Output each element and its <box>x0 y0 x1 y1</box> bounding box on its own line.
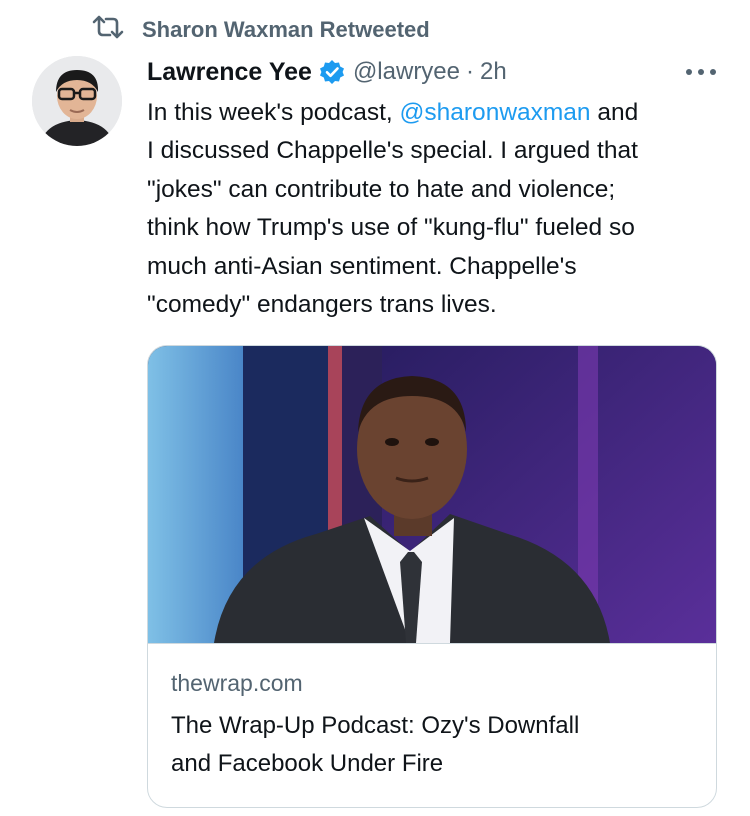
card-domain: thewrap.com <box>171 670 303 696</box>
author-avatar[interactable] <box>32 56 122 146</box>
meta-separator: · <box>466 58 474 85</box>
card-title-line: and Facebook Under Fire <box>171 750 444 777</box>
author-name[interactable]: Lawrence Yee <box>147 58 312 87</box>
tweet-text-line: "jokes" can contribute to hate and viole… <box>147 175 616 203</box>
tweet-timestamp[interactable]: 2h <box>480 58 507 86</box>
card-title-line: The Wrap-Up Podcast: Ozy's Downfall <box>171 712 580 739</box>
more-options-icon[interactable] <box>686 62 716 82</box>
tweet-text: In this week's podcast, @sharonwaxman an… <box>147 94 727 324</box>
tweet-text-segment: and <box>590 99 639 126</box>
tweet-text-segment: In this week's podcast, <box>147 99 400 126</box>
tweet-text-line: I discussed Chappelle's special. I argue… <box>147 137 638 165</box>
verified-badge-icon <box>319 60 344 84</box>
card-meta[interactable]: thewrap.com The Wrap-Up Podcast: Ozy's D… <box>148 643 716 807</box>
tweet-text-line: "comedy" endangers trans lives. <box>147 291 497 319</box>
tweet-text-line: In this week's podcast, @sharonwaxman an… <box>147 94 727 132</box>
retweet-indicator[interactable]: Sharon Waxman Retweeted <box>92 14 430 46</box>
retweet-icon <box>92 13 124 47</box>
tweet-header: Lawrence Yee @lawryee · 2h <box>147 52 507 92</box>
card-image[interactable] <box>148 346 716 643</box>
tweet-text-line: much anti-Asian sentiment. Chappelle's <box>147 252 577 280</box>
author-handle[interactable]: @lawryee <box>353 58 460 86</box>
tweet-text-line: think how Trump's use of "kung-flu" fuel… <box>147 214 635 242</box>
card-title: The Wrap-Up Podcast: Ozy's Downfall and … <box>171 707 691 783</box>
link-preview-card[interactable]: thewrap.com The Wrap-Up Podcast: Ozy's D… <box>147 345 717 808</box>
retweet-label[interactable]: Sharon Waxman Retweeted <box>142 17 430 43</box>
mention-link[interactable]: @sharonwaxman <box>400 99 591 126</box>
